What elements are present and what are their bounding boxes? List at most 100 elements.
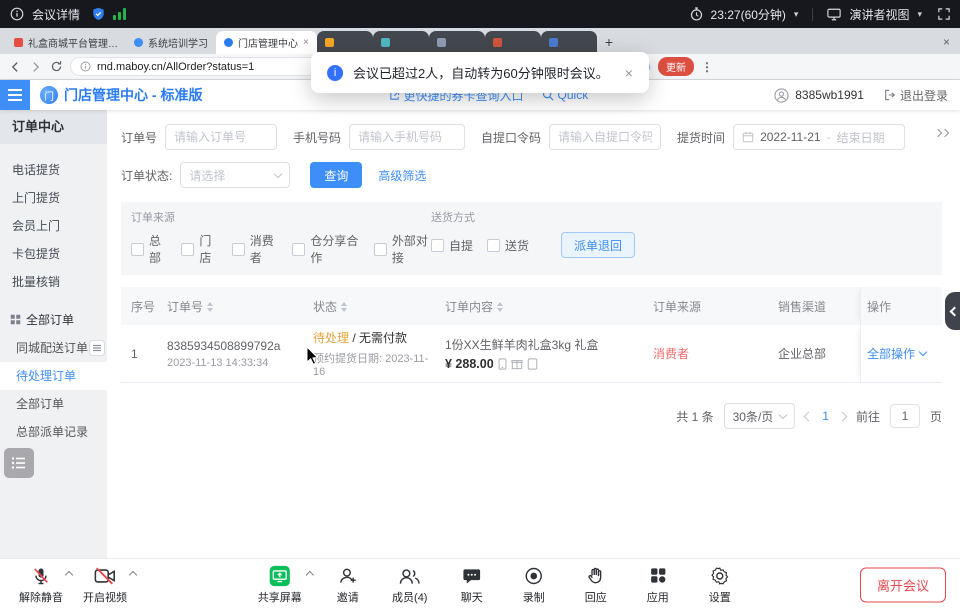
tablet-icon	[527, 358, 538, 370]
logout-button[interactable]: 退出登录	[884, 87, 948, 104]
meeting-info-icon[interactable]	[10, 7, 24, 21]
sidebar-item-all-orders[interactable]: 全部订单	[0, 390, 107, 418]
tab-favicon	[493, 38, 502, 47]
order-price: ¥ 288.00	[445, 357, 494, 371]
leave-meeting-button[interactable]: 离开会议	[860, 567, 946, 602]
sidebar-item-card-pickup[interactable]: 卡包提货	[0, 240, 107, 268]
timer-dropdown-caret-icon[interactable]: ▾	[794, 9, 799, 20]
header-status[interactable]: 状态	[307, 298, 439, 315]
checkbox-source-warehouse[interactable]: 仓分享合作	[292, 232, 359, 266]
browser-tab-inactive[interactable]	[429, 31, 485, 54]
sort-icon[interactable]	[207, 302, 213, 312]
chat-button[interactable]: 聊天	[445, 564, 499, 605]
browser-tab-active[interactable]: 门店管理中心 ×	[216, 31, 317, 54]
dispatch-return-button[interactable]: 派单退回	[561, 232, 635, 258]
browser-menu-icon[interactable]: ⋮	[701, 60, 713, 74]
start-video-button[interactable]: 开启视频	[78, 564, 132, 605]
pickup-code-input[interactable]	[549, 124, 661, 150]
toast-close-icon[interactable]: ×	[625, 65, 633, 81]
pickup-date-range-picker[interactable]: 2022-11-21 - 结束日期	[733, 124, 905, 150]
forward-icon[interactable]	[29, 60, 43, 74]
search-button[interactable]: 查询	[310, 162, 362, 188]
tab-close-icon[interactable]: ×	[303, 38, 309, 48]
current-page[interactable]: 1	[822, 409, 829, 423]
checkbox-source-consumer[interactable]: 消费者	[232, 232, 279, 266]
drag-handle-icon[interactable]	[89, 340, 105, 356]
view-dropdown-caret-icon[interactable]: ▾	[917, 9, 922, 20]
invite-button[interactable]: 邀请	[321, 564, 375, 605]
sidebar-item-pending-orders[interactable]: 待处理订单	[0, 362, 107, 390]
order-content: 1份XX生鲜羊肉礼盒3kg 礼盒	[445, 336, 641, 353]
fullscreen-icon[interactable]	[938, 8, 950, 20]
checkbox-delivery[interactable]: 送货	[487, 237, 529, 254]
checkbox-source-hq[interactable]: 总部	[131, 232, 167, 266]
order-no-input[interactable]	[165, 124, 277, 150]
next-page-icon[interactable]	[838, 411, 848, 421]
checkbox-source-external[interactable]: 外部对接	[374, 232, 431, 266]
browser-update-button[interactable]: 更新	[658, 57, 694, 76]
sidebar-item-phone-pickup[interactable]: 电话提货	[0, 156, 107, 184]
goto-page-input[interactable]	[890, 404, 920, 428]
pagination: 共 1 条 30条/页 1 前往 页	[121, 403, 942, 429]
view-mode-label[interactable]: 演讲者视图	[849, 6, 909, 23]
header-channel: 销售渠道	[772, 298, 860, 315]
settings-button[interactable]: 设置	[693, 564, 747, 605]
share-options-chevron-icon[interactable]	[307, 572, 313, 578]
table-row[interactable]: 1 8385934508899792a 2023-11-13 14:33:34 …	[121, 325, 942, 383]
floating-list-widget[interactable]	[4, 448, 34, 478]
checkbox-self-pickup[interactable]: 自提	[431, 237, 473, 254]
new-tab-button[interactable]: +	[605, 34, 613, 50]
prev-page-icon[interactable]	[804, 411, 814, 421]
header-content[interactable]: 订单内容	[439, 298, 647, 315]
sidebar-item-hq-dispatch[interactable]: 总部派单记录	[0, 418, 107, 446]
browser-tab-inactive[interactable]	[485, 31, 541, 54]
header-order-no[interactable]: 订单号	[161, 298, 307, 315]
browser-tab[interactable]: 礼盒商城平台管理中心	[6, 31, 126, 54]
record-icon	[524, 564, 544, 587]
advanced-filter-link[interactable]: 高级筛选	[378, 167, 426, 184]
apps-button[interactable]: 应用	[631, 564, 685, 605]
checkbox-label: 送货	[505, 237, 529, 254]
expand-video-panel-handle[interactable]	[945, 292, 960, 330]
sidebar-item-door-pickup[interactable]: 上门提货	[0, 184, 107, 212]
sidebar-item-city-delivery[interactable]: 同城配送订单	[0, 334, 107, 362]
sort-icon[interactable]	[497, 302, 503, 312]
order-status-select[interactable]: 请选择	[180, 162, 290, 188]
video-options-chevron-icon[interactable]	[130, 572, 136, 578]
back-icon[interactable]	[8, 60, 22, 74]
checkbox-source-store[interactable]: 门店	[181, 232, 217, 266]
checkbox-label: 仓分享合作	[310, 232, 359, 266]
cell-content: 1份XX生鲜羊肉礼盒3kg 礼盒 ¥ 288.00	[439, 336, 647, 371]
checkbox-label: 自提	[449, 237, 473, 254]
browser-tab-inactive[interactable]	[541, 31, 597, 54]
reactions-button[interactable]: 回应	[569, 564, 623, 605]
members-icon	[399, 564, 421, 587]
browser-tab-inactive[interactable]	[373, 31, 429, 54]
sidebar-group-all-orders[interactable]: 全部订单	[0, 304, 107, 334]
site-info-icon[interactable]	[80, 61, 91, 72]
refresh-icon[interactable]	[50, 60, 63, 73]
sidebar-toggle-button[interactable]	[0, 80, 30, 110]
sort-icon[interactable]	[341, 302, 347, 312]
phone-input[interactable]	[349, 124, 465, 150]
page-size-select[interactable]: 30条/页	[724, 403, 796, 429]
all-actions-dropdown[interactable]: 全部操作	[867, 345, 926, 362]
mic-options-chevron-icon[interactable]	[66, 572, 72, 578]
members-button[interactable]: 成员(4)	[383, 564, 437, 605]
checkbox-icon	[181, 243, 194, 256]
browser-tab[interactable]: 系统培训学习	[126, 31, 216, 54]
record-button[interactable]: 录制	[507, 564, 561, 605]
meeting-details-label[interactable]: 会议详情	[32, 6, 80, 23]
unmute-button[interactable]: 解除静音	[14, 564, 68, 605]
window-close-icon[interactable]: ×	[943, 35, 950, 49]
meeting-timer: 23:27(60分钟)	[711, 6, 786, 23]
browser-tab-inactive[interactable]	[317, 31, 373, 54]
collapse-filters-icon[interactable]	[935, 130, 948, 136]
share-screen-button[interactable]: 共享屏幕	[253, 564, 307, 605]
network-signal-icon[interactable]	[113, 8, 126, 20]
username[interactable]: 8385wb1991	[795, 88, 864, 102]
checkbox-label: 总部	[149, 232, 167, 266]
sidebar-item-batch-verify[interactable]: 批量核销	[0, 268, 107, 296]
security-shield-icon[interactable]	[92, 7, 105, 21]
sidebar-item-member-visit[interactable]: 会员上门	[0, 212, 107, 240]
